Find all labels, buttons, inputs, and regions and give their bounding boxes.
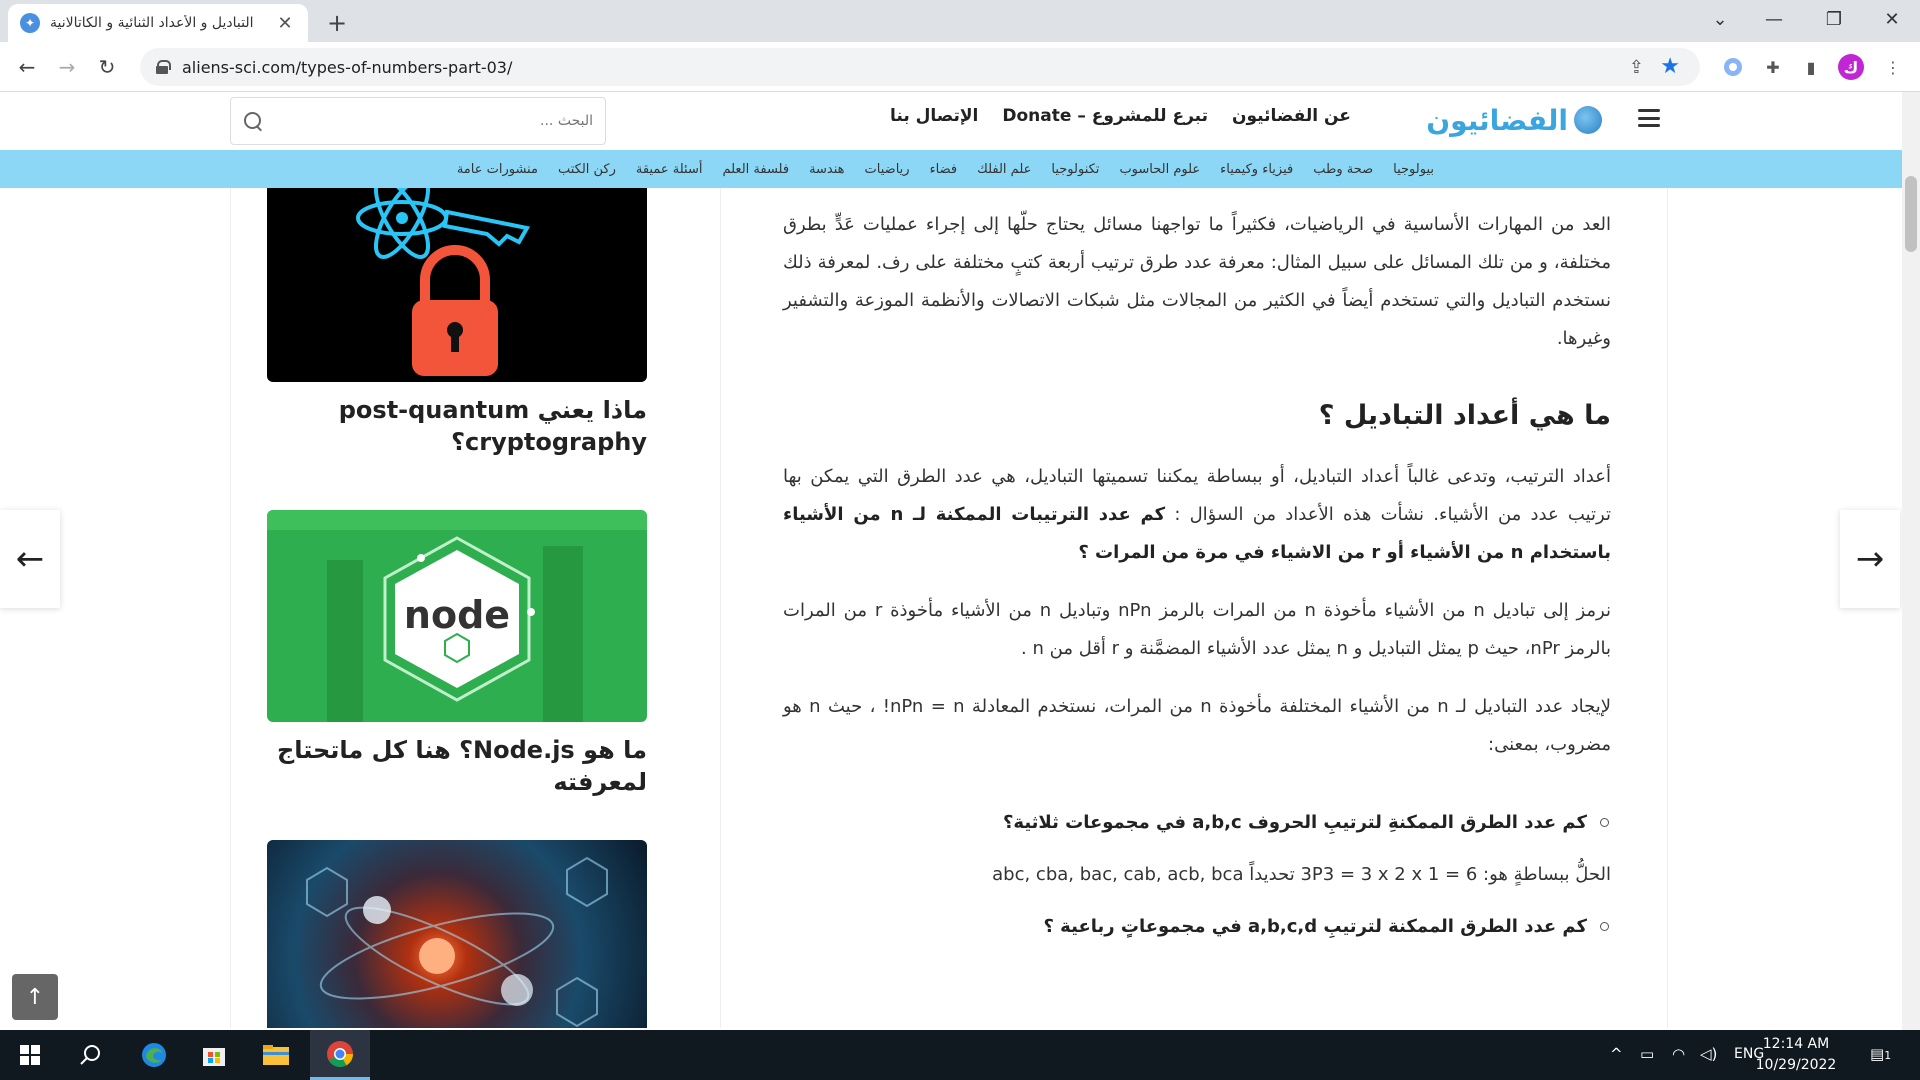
sidebar-card[interactable]: node ما هو Node.js؟ هنا كل ماتحتاج لمعرف… <box>267 510 647 798</box>
category-cs[interactable]: علوم الحاسوب <box>1119 162 1200 177</box>
main-nav: عن الفضائيون تبرع للمشروع – Donate الإتص… <box>890 106 1351 126</box>
system-clock[interactable]: 12:14 AM 10/29/2022 <box>1748 1034 1844 1076</box>
category-engineering[interactable]: هندسة <box>809 162 844 177</box>
category-general[interactable]: منشورات عامة <box>457 162 538 177</box>
site-search-box <box>230 97 606 145</box>
tab-search-chevron-icon[interactable]: ⌄ <box>1692 0 1748 38</box>
nodejs-logo-icon: node <box>267 510 647 722</box>
volume-icon[interactable]: ◁) <box>1700 1045 1717 1063</box>
clock-time: 12:14 AM <box>1762 1036 1830 1052</box>
new-tab-button[interactable]: + <box>322 8 352 38</box>
profile-avatar[interactable]: ك <box>1838 54 1864 80</box>
url-text[interactable]: aliens-sci.com/types-of-numbers-part-03/ <box>182 58 512 77</box>
nav-contact[interactable]: الإتصال بنا <box>890 106 978 126</box>
omnibox[interactable]: aliens-sci.com/types-of-numbers-part-03/… <box>140 48 1700 86</box>
card-title[interactable]: ما هو Node.js؟ هنا كل ماتحتاج لمعرفته <box>267 734 647 798</box>
nodejs-thumbnail[interactable]: node <box>267 510 647 722</box>
scroll-to-top-button[interactable]: ↑ <box>12 974 58 1020</box>
nav-donate[interactable]: تبرع للمشروع – Donate <box>1002 106 1208 126</box>
nav-about[interactable]: عن الفضائيون <box>1232 106 1351 126</box>
globe-logo-icon <box>1574 106 1602 134</box>
search-icon[interactable] <box>243 111 263 131</box>
post-quantum-thumbnail[interactable] <box>267 188 647 382</box>
address-bar-row: ← → ↻ aliens-sci.com/types-of-numbers-pa… <box>0 42 1920 92</box>
article-column: العد من المهارات الأساسية في الرياضيات، … <box>720 188 1668 1028</box>
wifi-icon[interactable]: ◠ <box>1672 1045 1685 1063</box>
category-tech[interactable]: تكنولوجيا <box>1051 162 1099 177</box>
atom-thumbnail[interactable] <box>267 840 647 1028</box>
answer-1: الحلُّ ببساطةٍ هو: 3P3 = 3 x 2 x 1 = 6 ت… <box>992 864 1611 885</box>
minimize-button[interactable]: — <box>1746 0 1802 38</box>
tab-close-icon[interactable]: ✕ <box>274 12 296 34</box>
sidebar-card[interactable] <box>267 840 647 1028</box>
browser-tab[interactable]: ✦ التباديل و الأعداد الثنائية و الكاتالا… <box>8 4 308 42</box>
site-header: الفضائيون عن الفضائيون تبرع للمشروع – Do… <box>0 92 1920 150</box>
taskbar-search-icon[interactable] <box>60 1030 120 1080</box>
definition-paragraph: أعداد الترتيب، وتدعى غالباً أعداد التباد… <box>783 458 1611 572</box>
more-menu-icon[interactable]: ⋮ <box>1880 54 1906 80</box>
maximize-button[interactable]: ❐ <box>1806 0 1862 38</box>
reload-icon[interactable]: ↻ <box>90 50 124 84</box>
category-books[interactable]: ركن الكتب <box>558 162 616 177</box>
category-deep-questions[interactable]: أسئلة عميقة <box>636 162 703 177</box>
search-input[interactable] <box>271 108 593 134</box>
sidebar: ماذا يعني post-quantum cryptography؟ nod… <box>230 188 720 1028</box>
back-arrow-icon[interactable]: ← <box>10 50 44 84</box>
lock-key-atom-icon <box>356 188 531 376</box>
browser-tab-strip: ✦ التباديل و الأعداد الثنائية و الكاتالا… <box>0 0 1920 42</box>
sidebar-card[interactable]: ماذا يعني post-quantum cryptography؟ <box>267 188 647 458</box>
atom-molecules-icon <box>306 856 608 1028</box>
section-heading: ما هي أعداد التباديل ؟ <box>1318 400 1611 431</box>
extension-lens-icon[interactable] <box>1720 54 1746 80</box>
tab-title: التباديل و الأعداد الثنائية و الكاتالاني… <box>50 15 254 31</box>
category-philosophy[interactable]: فلسفة العلم <box>722 162 789 177</box>
show-hidden-icons-chevron-icon[interactable]: ^ <box>1610 1045 1623 1063</box>
notification-center-icon[interactable]: ▤1 <box>1870 1045 1891 1063</box>
lock-icon[interactable] <box>156 60 171 74</box>
formula-paragraph: لإيجاد عدد التباديل لـ n من الأشياء المخ… <box>783 696 1612 755</box>
extensions-puzzle-icon[interactable]: ✚ <box>1760 54 1786 80</box>
category-bar: بيولوجيا صحة وطب فيزياء وكيمياء علوم الح… <box>0 150 1920 188</box>
forward-arrow-icon[interactable]: → <box>50 50 84 84</box>
share-icon[interactable]: ⇪ <box>1629 57 1644 78</box>
svg-text:node: node <box>404 593 510 637</box>
category-math[interactable]: رياضيات <box>865 162 910 177</box>
side-panel-icon[interactable]: ▮ <box>1798 54 1824 80</box>
category-health[interactable]: صحة وطب <box>1313 162 1373 177</box>
chrome-browser-icon[interactable] <box>310 1030 370 1080</box>
start-windows-icon[interactable] <box>0 1030 60 1080</box>
category-space[interactable]: فضاء <box>930 162 958 177</box>
question-1: كم عدد الطرق الممكنةِ لترتيبِ الحروف a,b… <box>783 804 1609 842</box>
category-astronomy[interactable]: علم الفلك <box>977 162 1031 177</box>
battery-icon[interactable]: ▭ <box>1640 1045 1654 1063</box>
microsoft-store-icon[interactable] <box>184 1030 244 1080</box>
site-logo[interactable]: الفضائيون <box>1398 100 1602 140</box>
logo-text: الفضائيون <box>1426 103 1568 137</box>
hamburger-menu-icon[interactable] <box>1638 109 1660 127</box>
intro-paragraph: العد من المهارات الأساسية في الرياضيات، … <box>783 214 1611 349</box>
next-post-arrow-icon[interactable]: → <box>1840 510 1900 608</box>
windows-taskbar: ^ ▭ ◠ ◁) ENG 12:14 AM 10/29/2022 ▤1 <box>0 1030 1920 1080</box>
bookmark-star-icon[interactable]: ★ <box>1660 54 1680 79</box>
edge-browser-icon[interactable] <box>124 1030 184 1080</box>
site-favicon-icon: ✦ <box>20 13 40 33</box>
close-window-button[interactable]: ✕ <box>1864 0 1920 38</box>
scrollbar-thumb[interactable] <box>1905 176 1917 252</box>
category-physics[interactable]: فيزياء وكيمياء <box>1220 162 1293 177</box>
category-biology[interactable]: بيولوجيا <box>1393 162 1434 177</box>
prev-post-arrow-icon[interactable]: ← <box>0 510 60 608</box>
question-2: كم عدد الطرق الممكنة لترتيبِ a,b,c,d في … <box>783 908 1609 946</box>
article-body: العد من المهارات الأساسية في الرياضيات، … <box>783 206 1611 960</box>
notification-count: 1 <box>1884 1049 1892 1062</box>
clock-date: 10/29/2022 <box>1755 1057 1837 1073</box>
notation-paragraph: نرمز إلى تباديل n من الأشياء مأخوذة n من… <box>783 600 1611 659</box>
file-explorer-icon[interactable] <box>246 1030 306 1080</box>
card-title[interactable]: ماذا يعني post-quantum cryptography؟ <box>267 394 647 458</box>
